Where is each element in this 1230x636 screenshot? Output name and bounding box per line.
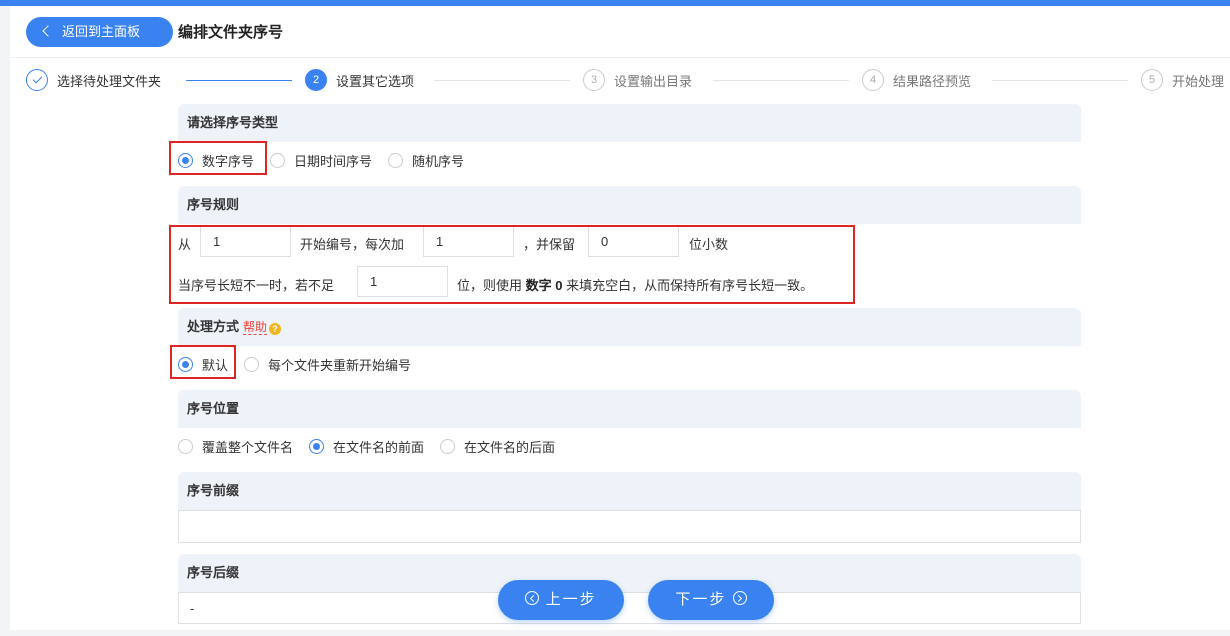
step-label: 开始处理 [1172, 73, 1225, 89]
radio-icon [244, 357, 260, 372]
step-label: 结果路径预览 [893, 73, 972, 89]
section-title: 序号前缀 [178, 472, 1081, 510]
seq-rule-section: 序号规则 [178, 186, 1081, 224]
step-3: 3 设置输出目录 [583, 69, 692, 91]
seq-position-section: 序号位置 [178, 390, 1081, 428]
radio-datetime[interactable]: 日期时间序号 [270, 151, 372, 170]
radio-after-filename[interactable]: 在文件名的后面 [440, 437, 555, 456]
highlight-box [169, 141, 267, 175]
step-number: 5 [1141, 69, 1163, 91]
page-header: 返回到主面板 编排文件夹序号 [10, 6, 1230, 58]
seq-type-section: 请选择序号类型 [178, 104, 1081, 142]
step-4: 4 结果路径预览 [862, 69, 971, 91]
arrow-left-circle-icon [525, 591, 540, 605]
prev-step-button[interactable]: 上一步 [498, 580, 624, 620]
radio-checked-icon [309, 439, 325, 454]
chevron-left-icon [42, 25, 54, 37]
help-link[interactable]: 帮助 [243, 320, 268, 335]
radio-icon [440, 439, 456, 454]
suffix-section: 序号后缀 [178, 554, 1081, 592]
radio-icon [270, 153, 286, 168]
page-title: 编排文件夹序号 [178, 24, 284, 41]
radio-icon [388, 153, 404, 168]
radio-overwrite-filename[interactable]: 覆盖整个文件名 [178, 437, 293, 456]
radio-restart-per-folder[interactable]: 每个文件夹重新开始编号 [244, 355, 411, 374]
suffix-input[interactable]: - [178, 592, 1081, 624]
section-title: 序号规则 [178, 186, 1081, 224]
section-title: 请选择序号类型 [178, 104, 1081, 142]
prefix-section: 序号前缀 [178, 472, 1081, 510]
step-connector [434, 80, 570, 81]
wizard-steps: 选择待处理文件夹 2 设置其它选项 3 设置输出目录 4 结果路径预览 5 开始… [10, 58, 1230, 102]
radio-random[interactable]: 随机序号 [388, 151, 464, 170]
step-connector [992, 80, 1128, 81]
back-to-dashboard-button[interactable]: 返回到主面板 [26, 17, 173, 47]
radio-icon [178, 439, 193, 454]
radio-before-filename[interactable]: 在文件名的前面 [309, 437, 424, 456]
step-label: 设置输出目录 [614, 73, 693, 89]
next-step-button[interactable]: 下一步 [648, 580, 774, 620]
process-mode-section: 处理方式 帮助? [178, 308, 1081, 346]
section-title: 处理方式 帮助? [178, 308, 1081, 346]
step-5: 5 开始处理 [1141, 69, 1224, 91]
highlight-box [169, 225, 855, 304]
step-2: 2 设置其它选项 [305, 69, 414, 91]
seq-position-radio-group: 覆盖整个文件名 在文件名的前面 在文件名的后面 [178, 437, 571, 456]
check-icon [26, 69, 48, 91]
section-title: 序号后缀 [178, 554, 1081, 592]
step-number: 3 [583, 69, 605, 91]
step-label: 设置其它选项 [336, 73, 415, 89]
step-label: 选择待处理文件夹 [57, 73, 162, 89]
step-number: 2 [305, 69, 327, 91]
help-icon[interactable]: ? [269, 323, 282, 335]
step-connector [186, 80, 292, 81]
arrow-right-circle-icon [732, 591, 747, 605]
highlight-box [170, 345, 236, 379]
back-button-label: 返回到主面板 [62, 24, 141, 39]
section-title: 序号位置 [178, 390, 1081, 428]
prefix-input[interactable] [178, 510, 1081, 543]
step-1: 选择待处理文件夹 [26, 69, 161, 91]
step-connector [713, 80, 849, 81]
main-panel: 返回到主面板 编排文件夹序号 选择待处理文件夹 2 设置其它选项 3 设置输出目… [10, 6, 1230, 630]
step-number: 4 [862, 69, 884, 91]
